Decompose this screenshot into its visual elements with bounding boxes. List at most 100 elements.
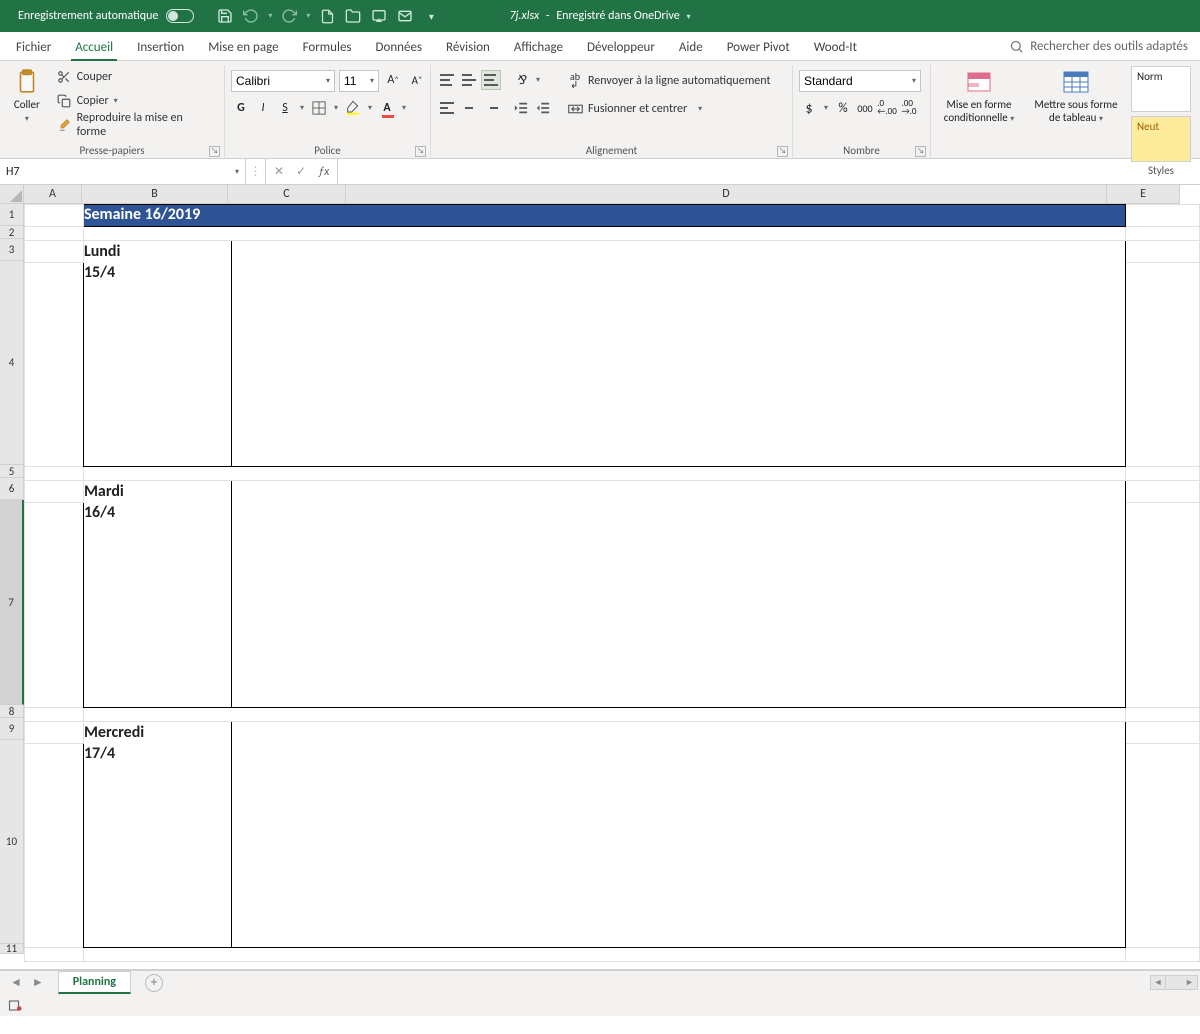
style-neutre[interactable]: Neut [1131, 116, 1191, 162]
dialog-launcher-number[interactable] [915, 146, 926, 157]
tab-fichier[interactable]: Fichier [4, 34, 63, 60]
decrease-decimal-button[interactable]: .00→.0 [899, 98, 919, 118]
next-sheet-icon[interactable]: ► [32, 975, 44, 990]
day-label-0[interactable]: Lundi15/4 [83, 241, 231, 467]
tab-woodit[interactable]: Wood-It [802, 34, 869, 60]
day-content-body-2[interactable] [232, 744, 1125, 948]
row-header-4[interactable]: 4 [0, 261, 24, 465]
orientation-button[interactable]: ⅋ [511, 70, 531, 90]
cut-button[interactable]: Couper [52, 66, 218, 88]
format-table-button[interactable]: Mettre sous forme de tableau ▾ [1029, 66, 1123, 126]
column-header-E[interactable]: E [1107, 185, 1180, 204]
day-label-1[interactable]: Mardi16/4 [83, 481, 231, 708]
location-dropdown-icon[interactable]: ▾ [686, 12, 690, 22]
tab-donnees[interactable]: Données [364, 34, 435, 60]
new-file-icon[interactable] [318, 7, 336, 25]
name-box[interactable]: H7 ▾ [0, 159, 246, 184]
dialog-launcher-font[interactable] [415, 146, 426, 157]
font-name-combo[interactable]: ▾ [231, 70, 335, 92]
day-content-head-1[interactable] [232, 481, 1125, 503]
align-left-button[interactable] [437, 98, 457, 118]
cancel-formula-icon[interactable]: ✕ [274, 164, 284, 179]
row-header-2[interactable]: 2 [0, 226, 24, 239]
day-content-head-0[interactable] [232, 241, 1125, 263]
tab-insertion[interactable]: Insertion [125, 34, 196, 60]
tab-accueil[interactable]: Accueil [63, 34, 125, 60]
day-content-body-1[interactable] [232, 503, 1125, 708]
dialog-launcher-clipboard[interactable] [209, 146, 220, 157]
align-middle-button[interactable] [459, 70, 479, 90]
customize-qat-icon[interactable]: ▾ [422, 7, 440, 25]
italic-button[interactable]: I [253, 98, 273, 118]
redo-icon[interactable] [280, 7, 298, 25]
copy-button[interactable]: Copier ▾ [52, 90, 218, 112]
decrease-indent-button[interactable] [511, 98, 531, 118]
open-icon[interactable] [344, 7, 362, 25]
align-bottom-button[interactable] [481, 70, 501, 90]
row-header-10[interactable]: 10 [0, 740, 24, 944]
cell-A-d1b[interactable] [25, 503, 84, 708]
thousands-button[interactable]: 000 [855, 98, 875, 118]
row-header-7[interactable]: 7 [0, 500, 24, 705]
cell-A-d2b[interactable] [25, 744, 84, 948]
borders-button[interactable] [309, 98, 329, 118]
fill-color-button[interactable] [343, 98, 363, 118]
cell-E1[interactable] [1125, 205, 1199, 227]
increase-decimal-button[interactable]: .0←.00 [877, 98, 897, 118]
cell-E-d1b[interactable] [1125, 503, 1199, 708]
sheet-tab-planning[interactable]: Planning [58, 971, 131, 994]
align-right-button[interactable] [481, 98, 501, 118]
column-header-B[interactable]: B [82, 185, 228, 204]
column-header-D[interactable]: D [346, 185, 1107, 204]
spreadsheet-grid[interactable]: ABCDE 1234567891011 Semaine 16/2019Lundi… [0, 185, 1200, 970]
tab-affichage[interactable]: Affichage [502, 34, 575, 60]
percent-button[interactable]: % [833, 98, 853, 118]
tab-powerpivot[interactable]: Power Pivot [715, 34, 802, 60]
day-content-head-2[interactable] [232, 722, 1125, 744]
scroll-right-icon[interactable]: ► [1182, 976, 1197, 989]
font-color-button[interactable]: A [377, 98, 397, 118]
day-label-2[interactable]: Mercredi17/4 [83, 722, 231, 948]
select-all-corner[interactable] [0, 185, 24, 204]
cells-area[interactable]: Semaine 16/2019Lundi15/4Mardi16/4Mercred… [24, 204, 1200, 969]
number-format-combo[interactable]: ▾ [799, 70, 921, 92]
add-sheet-button[interactable]: + [145, 974, 163, 992]
row-header-5[interactable]: 5 [0, 465, 24, 478]
record-macro-icon[interactable] [6, 996, 24, 1014]
merge-button[interactable]: Fusionner et centrer ▾ [563, 98, 774, 120]
underline-button[interactable]: S [275, 98, 295, 118]
tab-aide[interactable]: Aide [667, 34, 715, 60]
cell-A-d1a[interactable] [25, 481, 84, 503]
row-header-11[interactable]: 11 [0, 944, 24, 954]
accept-formula-icon[interactable]: ✓ [296, 164, 306, 179]
fx-icon[interactable]: ƒx [318, 165, 329, 179]
horizontal-scrollbar[interactable]: ◄ ► [1150, 975, 1198, 990]
cell-A-d0b[interactable] [25, 263, 84, 467]
cell-E-d0a[interactable] [1125, 241, 1199, 263]
cell-E-d2b[interactable] [1125, 744, 1199, 948]
row-header-9[interactable]: 9 [0, 718, 24, 740]
row-header-6[interactable]: 6 [0, 478, 24, 500]
prev-sheet-icon[interactable]: ◄ [10, 975, 22, 990]
dialog-launcher-align[interactable] [777, 146, 788, 157]
font-size-combo[interactable]: ▾ [339, 70, 379, 92]
increase-font-icon[interactable]: A˄ [383, 70, 403, 90]
cell-E-d0b[interactable] [1125, 263, 1199, 467]
style-normal[interactable]: Norm [1131, 66, 1191, 112]
font-size-input[interactable] [344, 72, 370, 90]
cell-A1[interactable] [25, 205, 84, 227]
column-header-C[interactable]: C [228, 185, 346, 204]
cell-A-d0a[interactable] [25, 241, 84, 263]
number-format-input[interactable] [804, 72, 912, 90]
align-center-button[interactable] [459, 98, 479, 118]
align-top-button[interactable] [437, 70, 457, 90]
bold-button[interactable]: G [231, 98, 251, 118]
search-area[interactable]: Rechercher des outils adaptés [1009, 32, 1188, 61]
quick-print-icon[interactable] [370, 7, 388, 25]
undo-icon[interactable] [242, 7, 260, 25]
day-content-body-0[interactable] [232, 263, 1125, 467]
paste-button[interactable]: Coller▾ [6, 66, 48, 126]
decrease-font-icon[interactable]: A˅ [407, 70, 427, 90]
row-header-3[interactable]: 3 [0, 239, 24, 261]
increase-indent-button[interactable] [533, 98, 553, 118]
